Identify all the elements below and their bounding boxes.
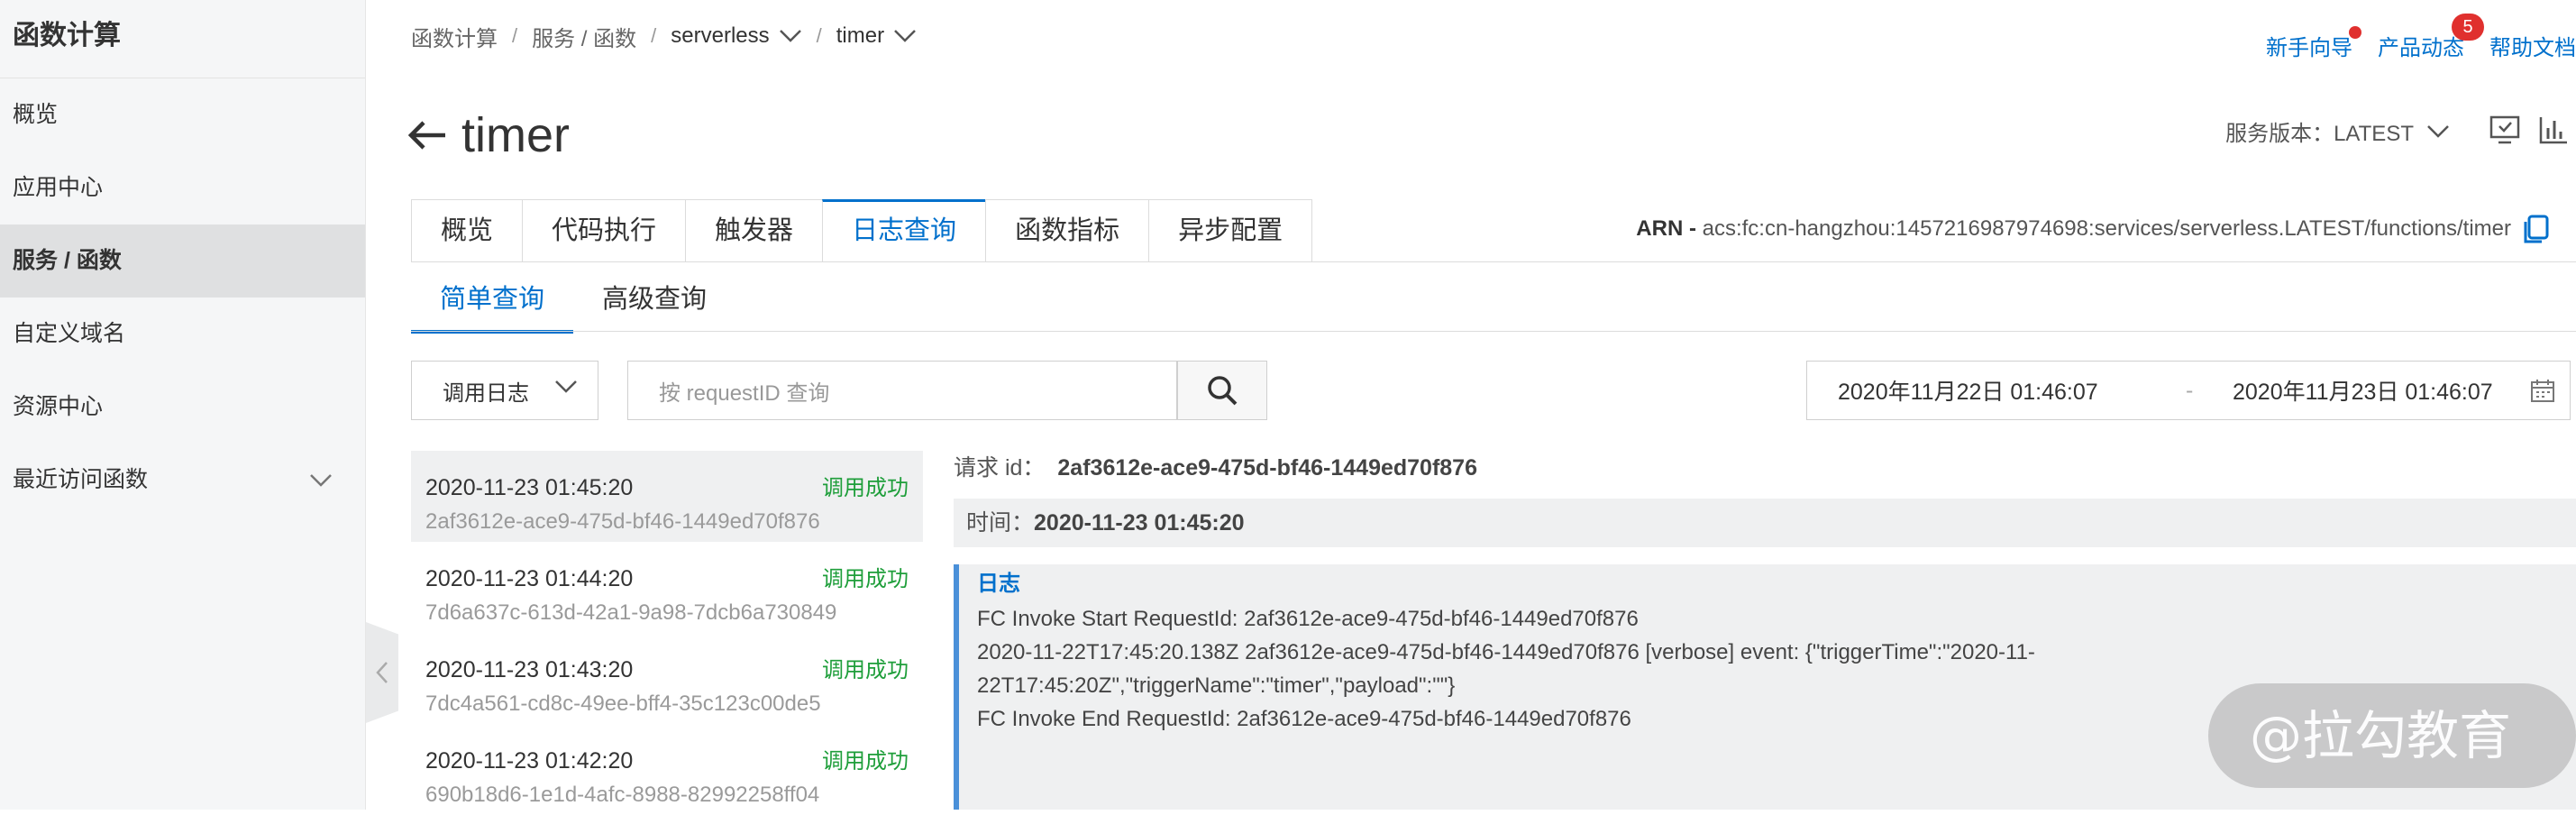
sidebar-title: 函数计算 [0,0,365,78]
service-version-label: 服务版本：LATEST [2225,122,2414,146]
news-count-badge: 5 [2452,13,2484,41]
service-version-select[interactable]: 服务版本：LATEST [2225,115,2450,147]
arn-text: ARN - acs:fc:cn-hangzhou:145721698797469… [1636,216,2511,242]
bar-chart-icon[interactable] [2538,115,2569,149]
search-placeholder: 按 requestID 查询 [659,380,830,406]
sidebar-item-resource-center[interactable]: 资源中心 [0,371,365,444]
tabs-divider [411,261,2576,262]
news-link-label: 产品动态 [2378,35,2464,60]
date-separator: - [2186,377,2194,403]
breadcrumb-separator: / [816,24,822,47]
notification-dot [2349,25,2361,39]
guide-link-label: 新手向导 [2266,35,2352,60]
sidebar-item-app-center[interactable]: 应用中心 [0,151,365,224]
breadcrumb: 函数计算 / 服务 / 函数 / serverless / timer [411,20,917,52]
log-type-value: 调用日志 [443,380,529,406]
sidebar-item-label: 自定义域名 [13,321,126,346]
list-item[interactable]: 2020-11-23 01:44:20 调用成功 7d6a637c-613d-42… [411,542,923,633]
date-start[interactable]: 2020年11月22日 01:46:07 [1838,374,2098,407]
invocation-request-id: 7dc4a561-cd8c-49ee-bff4-35c123c00de5 [425,691,821,716]
back-arrow-icon[interactable] [407,119,447,151]
sidebar-item-overview[interactable]: 概览 [0,78,365,151]
tab-metrics[interactable]: 函数指标 [985,199,1149,262]
guide-link[interactable]: 新手向导 [2266,25,2361,61]
sidebar-item-label: 应用中心 [13,175,104,200]
copy-icon[interactable] [2522,215,2551,250]
subtabs-divider [411,331,2576,332]
function-name: timer [461,108,570,162]
docs-link[interactable]: 帮助文档 [2489,30,2576,61]
sidebar-item-services-functions[interactable]: 服务 / 函数 [0,224,365,298]
status-badge: 调用成功 [822,567,909,591]
top-links: 新手向导 产品动态 5 帮助文档 [2241,13,2576,63]
invocation-request-id: 7d6a637c-613d-42a1-9a98-7dcb6a730849 [425,600,837,625]
sidebar: 函数计算 概览 应用中心 服务 / 函数 自定义域名 资源中心 最近访问函数 [0,0,366,810]
log-title: 日志 [977,572,1020,596]
log-type-select[interactable]: 调用日志 [411,361,598,420]
sidebar-collapse-handle[interactable] [366,622,398,723]
breadcrumb-item-function[interactable]: timer [836,23,884,49]
time-value: 2020-11-23 01:45:20 [1034,510,1245,536]
arn-value: acs:fc:cn-hangzhou:1457216987974698:serv… [1702,216,2511,241]
chevron-left-icon [376,662,388,683]
list-item[interactable]: 2020-11-23 01:43:20 调用成功 7dc4a561-cd8c-49… [411,633,923,724]
status-badge: 调用成功 [822,476,909,500]
sidebar-item-label: 资源中心 [13,394,104,419]
sidebar-item-label: 概览 [13,102,59,127]
invocation-time: 2020-11-23 01:43:20 [425,657,634,682]
arn-label: ARN - [1636,216,1696,241]
watermark: @拉勾教育 [2208,683,2576,788]
invocation-request-id: 2af3612e-ace9-475d-bf46-1449ed70f876 [425,509,820,534]
tab-overview[interactable]: 概览 [411,199,523,262]
breadcrumb-item-fc[interactable]: 函数计算 [411,21,498,52]
chevron-down-icon[interactable] [893,29,917,43]
log-line: FC Invoke Start RequestId: 2af3612e-ace9… [977,607,1639,631]
date-range-picker[interactable]: 2020年11月22日 01:46:07 - 2020年11月23日 01:46… [1806,361,2571,420]
time-row: 时间：2020-11-23 01:45:20 [954,499,2576,547]
tab-async-config[interactable]: 异步配置 [1148,199,1313,262]
search-button[interactable] [1177,361,1267,420]
request-id-row: 请求 id： 2af3612e-ace9-475d-bf46-1449ed70f8… [954,449,1477,487]
query-mode-tabs: 简单查询 高级查询 [411,270,735,334]
request-id-label: 请求 id： [954,455,1046,481]
list-item[interactable]: 2020-11-23 01:42:20 调用成功 690b18d6-1e1d-4a… [411,724,923,815]
chevron-down-icon[interactable] [779,29,802,43]
docs-link-label: 帮助文档 [2489,35,2576,60]
breadcrumb-item-services[interactable]: 服务 / 函数 [532,21,636,52]
sidebar-item-recent-functions[interactable]: 最近访问函数 [0,444,365,517]
invocation-time: 2020-11-23 01:45:20 [425,475,634,500]
news-link[interactable]: 产品动态 5 [2378,13,2484,61]
request-id-search-input[interactable]: 按 requestID 查询 [627,361,1177,420]
status-badge: 调用成功 [822,749,909,774]
chevron-down-icon [307,444,334,517]
tab-advanced-query[interactable]: 高级查询 [573,270,735,334]
function-tabs: 概览 代码执行 触发器 日志查询 函数指标 异步配置 [411,199,1313,262]
invocation-time: 2020-11-23 01:44:20 [425,566,634,591]
tab-logs[interactable]: 日志查询 [822,199,986,262]
status-badge: 调用成功 [822,658,909,682]
breadcrumb-item-service[interactable]: serverless [671,23,769,49]
tab-simple-query[interactable]: 简单查询 [411,270,574,334]
time-label: 时间： [966,510,1035,536]
monitor-icon[interactable] [2489,115,2520,149]
chevron-down-icon [554,380,578,394]
list-item[interactable]: 2020-11-23 01:45:20 调用成功 2af3612e-ace9-47… [411,451,923,542]
breadcrumb-separator: / [512,24,518,47]
invocation-request-id: 690b18d6-1e1d-4afc-8988-82992258ff04 [425,783,820,807]
date-end[interactable]: 2020年11月23日 01:46:07 [2233,374,2493,407]
invocation-list: 2020-11-23 01:45:20 调用成功 2af3612e-ace9-47… [411,451,923,815]
sidebar-item-label: 最近访问函数 [13,467,149,492]
search-icon [1208,376,1238,406]
calendar-icon[interactable] [2530,378,2555,403]
invocation-time: 2020-11-23 01:42:20 [425,748,634,774]
page-title: timer [407,99,570,171]
log-line: 2020-11-22T17:45:20.138Z 2af3612e-ace9-4… [977,640,2035,664]
tab-triggers[interactable]: 触发器 [685,199,823,262]
tab-code[interactable]: 代码执行 [522,199,686,262]
chevron-down-icon [2426,124,2450,139]
request-id-value: 2af3612e-ace9-475d-bf46-1449ed70f876 [1057,455,1477,481]
sidebar-item-custom-domains[interactable]: 自定义域名 [0,298,365,371]
breadcrumb-separator: / [651,24,657,47]
sidebar-item-label: 服务 / 函数 [13,248,122,273]
